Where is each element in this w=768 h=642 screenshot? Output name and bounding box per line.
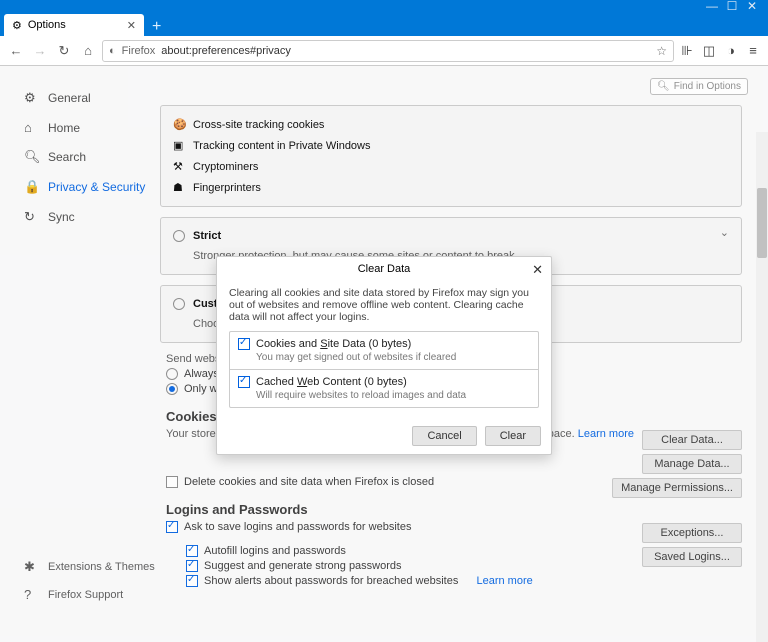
- dialog-clear-button[interactable]: Clear: [485, 426, 541, 446]
- reload-button[interactable]: ↻: [54, 43, 74, 59]
- delete-on-close-checkbox[interactable]: [166, 476, 178, 488]
- home-button[interactable]: ⌂: [78, 43, 98, 58]
- cookies-learn-more-link[interactable]: Learn more: [578, 428, 634, 440]
- breach-alerts-checkbox[interactable]: [186, 575, 198, 587]
- find-in-options-input[interactable]: 🔍︎ Find in Options: [650, 78, 748, 95]
- manage-permissions-button[interactable]: Manage Permissions...: [612, 478, 742, 498]
- back-button[interactable]: ←: [6, 43, 26, 58]
- content-area: ⚙General ⌂Home 🔍︎Search 🔒Privacy & Secur…: [0, 66, 768, 642]
- saved-logins-button[interactable]: Saved Logins...: [642, 547, 742, 567]
- scrollbar-thumb[interactable]: [757, 188, 767, 258]
- minimize-button[interactable]: —: [702, 0, 722, 13]
- suggest-passwords-checkbox[interactable]: [186, 560, 198, 572]
- lock-icon: 🔒: [24, 179, 38, 195]
- radio-onlywhen[interactable]: [166, 383, 178, 395]
- maximize-button[interactable]: ☐: [722, 0, 742, 13]
- window-titlebar: — ☐ ✕: [0, 0, 768, 11]
- cached-web-option[interactable]: Cached Web Content (0 bytes) Will requir…: [230, 369, 538, 407]
- browser-tab-options[interactable]: ⚙ Options ✕: [4, 14, 144, 36]
- cookies-sitedata-option[interactable]: Cookies and Site Data (0 bytes) You may …: [230, 332, 538, 369]
- radio-always[interactable]: [166, 368, 178, 380]
- gear-icon: ⚙: [24, 90, 38, 106]
- sidebar-item-search[interactable]: 🔍︎Search: [24, 149, 160, 165]
- manage-data-button[interactable]: Manage Data...: [642, 454, 742, 474]
- scrollbar-track[interactable]: [756, 132, 768, 642]
- sidebar-extensions[interactable]: ✱Extensions & Themes: [24, 559, 160, 575]
- dialog-cancel-button[interactable]: Cancel: [412, 426, 476, 446]
- dialog-description: Clearing all cookies and site data store…: [229, 287, 539, 323]
- forward-button: →: [30, 43, 50, 58]
- radio-custom[interactable]: [173, 298, 185, 310]
- radio-strict[interactable]: [173, 230, 185, 242]
- sidebar-item-privacy[interactable]: 🔒Privacy & Security: [24, 179, 160, 195]
- url-bar[interactable]: ◐ Firefox about:preferences#privacy ☆: [102, 40, 674, 62]
- new-tab-button[interactable]: +: [144, 18, 169, 36]
- window-icon: ▣: [173, 139, 185, 152]
- dialog-options-group: Cookies and Site Data (0 bytes) You may …: [229, 331, 539, 408]
- clear-data-dialog: Clear Data ✕ Clearing all cookies and si…: [216, 256, 552, 455]
- cookie-icon: 🍪: [173, 118, 185, 131]
- search-icon: 🔍︎: [657, 81, 670, 92]
- library-icon[interactable]: ⊪: [678, 43, 696, 59]
- puzzle-icon: ✱: [24, 559, 38, 575]
- sync-icon: ↻: [24, 209, 38, 225]
- sidebar-toggle-icon[interactable]: ◫: [700, 43, 718, 59]
- tab-title: Options: [28, 19, 121, 31]
- home-icon: ⌂: [24, 120, 38, 135]
- logins-section-title: Logins and Passwords: [166, 502, 748, 517]
- tracking-standard-panel: 🍪Cross-site tracking cookies ▣Tracking c…: [160, 105, 742, 207]
- fingerprint-icon: ☗: [173, 181, 185, 194]
- sidebar-support[interactable]: ?Firefox Support: [24, 587, 160, 602]
- cookies-checkbox[interactable]: [238, 338, 250, 350]
- sidebar-item-sync[interactable]: ↻Sync: [24, 209, 160, 225]
- exceptions-button[interactable]: Exceptions...: [642, 523, 742, 543]
- navigation-toolbar: ← → ↻ ⌂ ◐ Firefox about:preferences#priv…: [0, 36, 768, 66]
- bookmark-star-icon[interactable]: ☆: [656, 44, 667, 58]
- sidebar-item-general[interactable]: ⚙General: [24, 90, 160, 106]
- url-text: about:preferences#privacy: [161, 45, 650, 57]
- autofill-checkbox[interactable]: [186, 545, 198, 557]
- search-icon: 🔍︎: [24, 149, 38, 165]
- tab-strip: ⚙ Options ✕ +: [0, 11, 768, 36]
- help-icon: ?: [24, 587, 38, 602]
- firefox-identity-icon: ◐: [109, 45, 116, 57]
- app-menu-icon[interactable]: ≡: [744, 43, 762, 58]
- chevron-down-icon: ⌄: [720, 226, 729, 239]
- identity-label: Firefox: [122, 45, 156, 57]
- cache-checkbox[interactable]: [238, 376, 250, 388]
- close-tab-icon[interactable]: ✕: [127, 19, 136, 32]
- ask-save-logins-checkbox[interactable]: [166, 521, 178, 533]
- clear-data-button[interactable]: Clear Data...: [642, 430, 742, 450]
- close-window-button[interactable]: ✕: [742, 0, 762, 13]
- addons-icon[interactable]: ◑: [722, 43, 740, 58]
- preferences-sidebar: ⚙General ⌂Home 🔍︎Search 🔒Privacy & Secur…: [0, 66, 160, 642]
- sidebar-item-home[interactable]: ⌂Home: [24, 120, 160, 135]
- logins-learn-more-link[interactable]: Learn more: [476, 575, 532, 587]
- dialog-close-button[interactable]: ✕: [532, 262, 543, 278]
- gear-icon: ⚙: [12, 19, 22, 32]
- pickaxe-icon: ⚒: [173, 160, 185, 173]
- dialog-title: Clear Data ✕: [217, 257, 551, 281]
